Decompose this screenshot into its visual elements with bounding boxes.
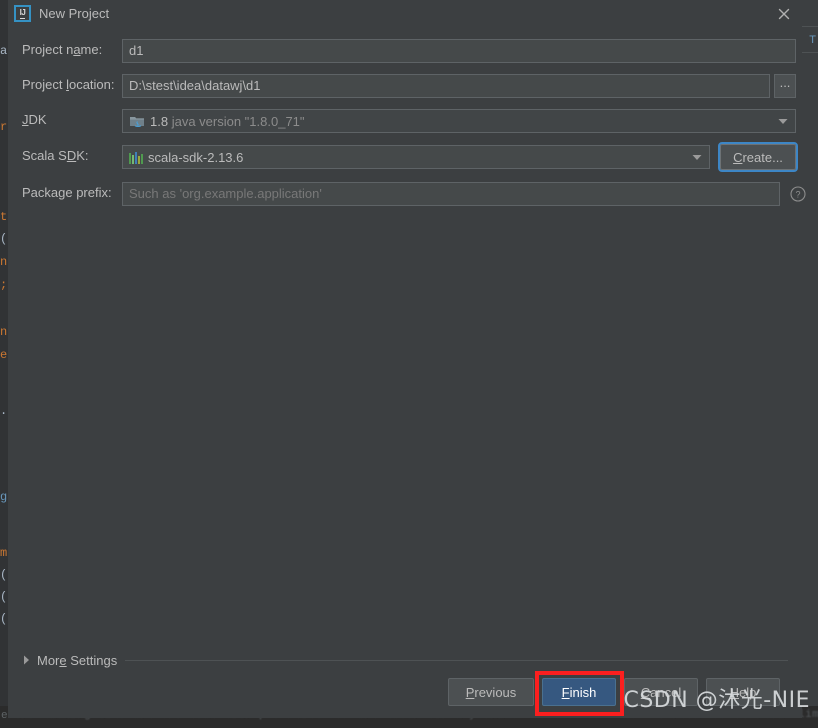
chevron-right-icon (23, 655, 30, 665)
previous-button[interactable]: Previous (448, 678, 534, 706)
jdk-folder-java-icon (129, 114, 145, 128)
jdk-label: JDK (22, 112, 47, 127)
form-row-project-name: Project name: d1 (8, 39, 802, 63)
jdk-combobox[interactable]: 1.8 java version "1.8.0_71" (122, 109, 796, 133)
create-sdk-button[interactable]: Create... (718, 142, 798, 172)
dialog-titlebar: IJ New Project (8, 0, 802, 29)
question-mark-circle-icon[interactable]: ? (790, 186, 806, 202)
project-location-input[interactable]: D:\stest\idea\datawj\d1 (122, 74, 770, 98)
chevron-down-icon[interactable] (775, 118, 791, 125)
editor-bottom-left-char: e (1, 710, 8, 722)
form-row-scala-sdk: Scala SDK: scala-sdk-2.13.6 Create... (8, 142, 802, 172)
scala-sdk-bars-icon (129, 151, 143, 164)
form-row-project-location: Project location: D:\stest\idea\datawj\d… (8, 74, 802, 98)
browse-location-button[interactable]: ... (774, 74, 796, 98)
chevron-down-icon[interactable] (689, 154, 705, 161)
watermark-text: CSDN @沐光-NIE (623, 688, 810, 713)
package-prefix-label: Package prefix: (22, 185, 112, 200)
intellij-idea-icon: IJ (14, 5, 31, 22)
project-name-label: Project name: (22, 42, 103, 57)
editor-right-tab-label[interactable]: T (809, 34, 816, 46)
form-row-jdk: JDK 1.8 java version "1.8.0_71" (8, 109, 802, 133)
more-settings-label: More Settings (37, 652, 118, 668)
svg-text:?: ? (795, 190, 800, 200)
editor-right-divider (802, 52, 818, 53)
more-settings-divider (125, 659, 788, 661)
more-settings-toggle[interactable]: More Settings (8, 651, 802, 669)
project-name-input[interactable]: d1 (122, 39, 796, 63)
new-project-dialog: IJ New Project Project name: d1 Project … (8, 0, 806, 718)
close-icon[interactable] (774, 4, 794, 24)
scala-sdk-value: scala-sdk-2.13.6 (148, 149, 244, 165)
intellij-idea-icon-text: IJ (19, 7, 26, 19)
finish-button[interactable]: Finish (542, 678, 616, 706)
scala-sdk-label: Scala SDK: (22, 148, 89, 163)
jdk-value: 1.8 java version "1.8.0_71" (150, 113, 305, 129)
form-row-package-prefix: Package prefix: Such as 'org.example.app… (8, 182, 806, 206)
project-location-label: Project location: (22, 77, 115, 92)
package-prefix-input[interactable]: Such as 'org.example.application' (122, 182, 780, 206)
editor-right-divider (802, 26, 818, 27)
dialog-title: New Project (39, 6, 110, 21)
editor-right-panel (802, 0, 818, 728)
scala-sdk-combobox[interactable]: scala-sdk-2.13.6 (122, 145, 710, 169)
